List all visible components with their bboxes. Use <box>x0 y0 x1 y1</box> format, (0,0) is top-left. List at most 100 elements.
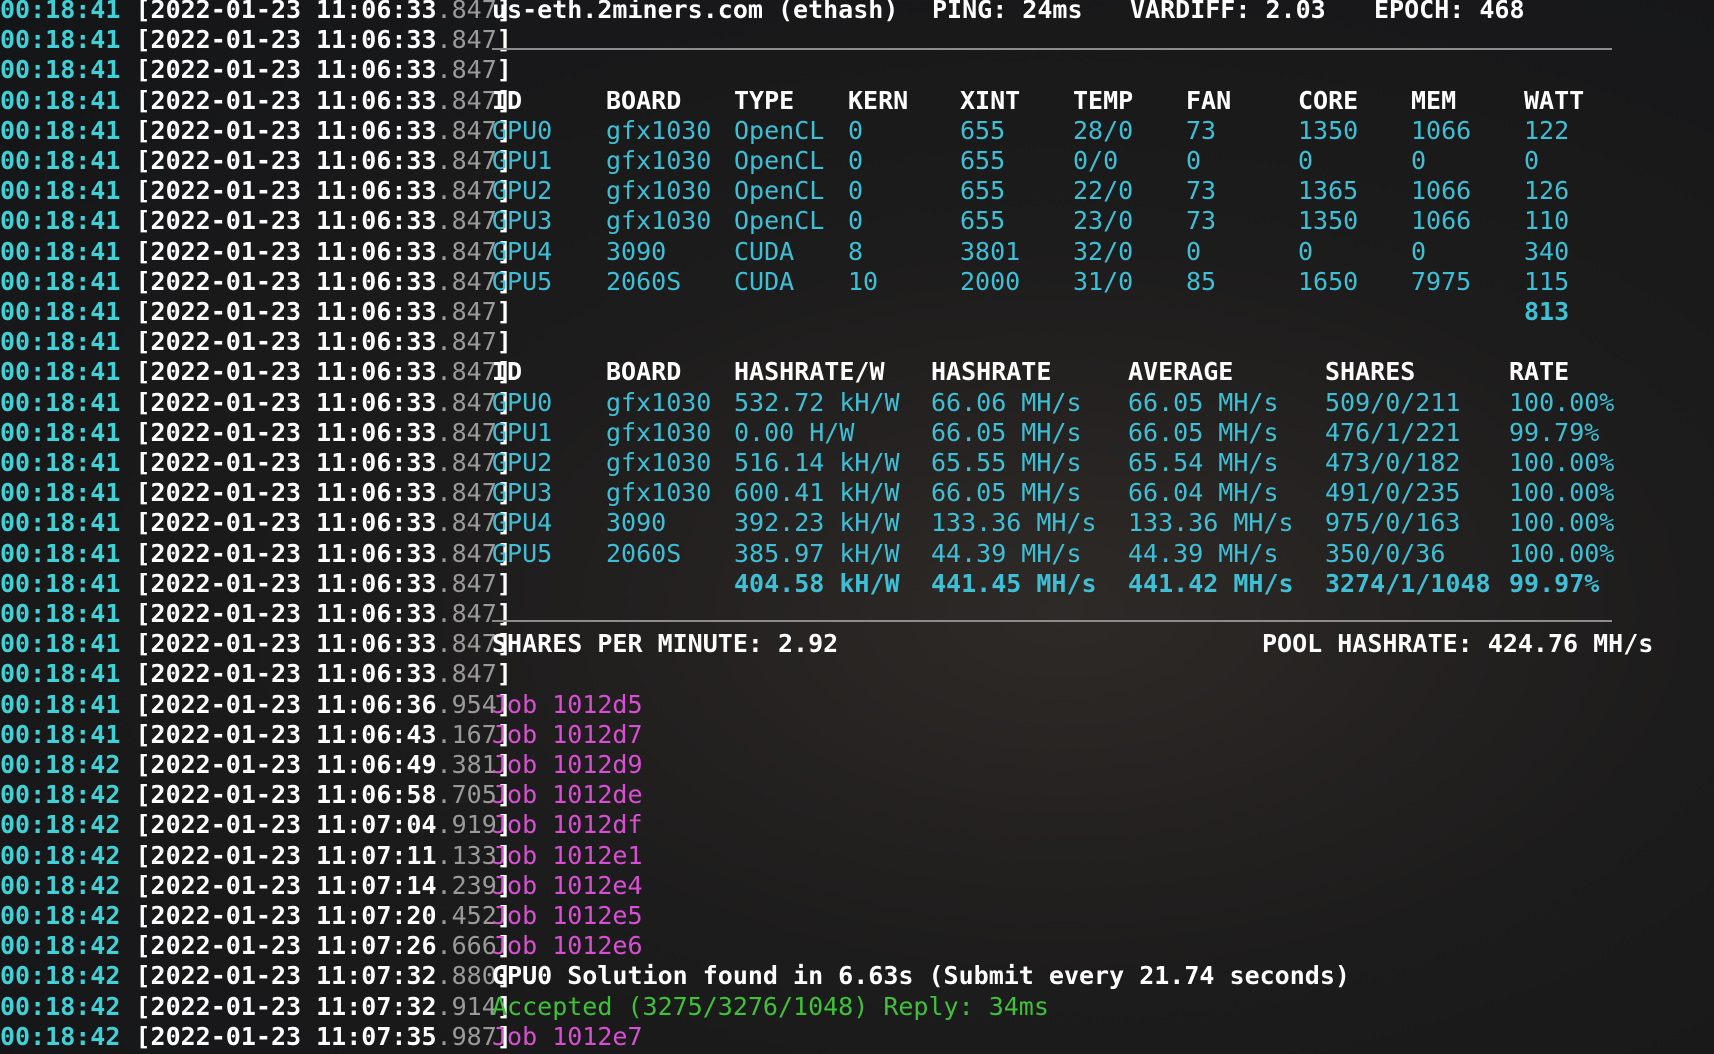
log-dot: . <box>436 720 452 749</box>
log-timestamp: 00:18:41 <box>0 86 121 115</box>
log-space <box>301 750 316 779</box>
device-table-cell: 126 <box>1524 176 1570 205</box>
log-date: 2022-01-23 <box>150 720 302 749</box>
log-line-prefix: 00:18:41 [2022-01-23 11:06:33.847] <box>0 599 512 629</box>
log-line-prefix: 00:18:42 [2022-01-23 11:07:14.239] <box>0 871 512 901</box>
log-milliseconds: 847 <box>451 418 497 447</box>
log-clock: 11:06:33 <box>316 116 437 145</box>
log-clock: 11:06:33 <box>316 418 437 447</box>
log-space <box>301 720 316 749</box>
log-dot: . <box>436 388 452 417</box>
log-line-prefix: 00:18:41 [2022-01-23 11:06:33.847] <box>0 539 512 569</box>
log-date: 2022-01-23 <box>150 297 302 326</box>
log-milliseconds: 914 <box>451 992 497 1021</box>
log-space <box>301 357 316 386</box>
log-timestamp: 00:18:41 <box>0 388 121 417</box>
log-space <box>301 599 316 628</box>
log-timestamp: 00:18:42 <box>0 931 121 960</box>
log-line-prefix: 00:18:41 [2022-01-23 11:06:33.847] <box>0 327 512 357</box>
log-date: 2022-01-23 <box>150 116 302 145</box>
log-space <box>301 629 316 658</box>
log-bracket: [ <box>120 357 151 386</box>
hash-table-total: 3274/1/1048 <box>1325 569 1491 598</box>
log-line-prefix: 00:18:41 [2022-01-23 11:06:33.847] <box>0 267 512 297</box>
hash-table-cell: 100.00% <box>1509 478 1615 507</box>
hash-table-cell: GPU1 <box>492 418 553 447</box>
log-clock: 11:06:36 <box>316 690 437 719</box>
device-table-header: XINT <box>960 86 1021 115</box>
log-bracket: [ <box>120 176 151 205</box>
log-dot: . <box>436 810 452 839</box>
log-milliseconds: 847 <box>451 357 497 386</box>
device-table-cell: 110 <box>1524 206 1570 235</box>
log-clock: 11:06:33 <box>316 539 437 568</box>
log-line-prefix: 00:18:41 [2022-01-23 11:06:33.847] <box>0 569 512 599</box>
log-dot: . <box>436 659 452 688</box>
log-dot: . <box>436 55 452 84</box>
log-bracket: [ <box>120 25 151 54</box>
hash-table-cell: 66.06 MH/s <box>931 388 1082 417</box>
hash-table-total: 99.97% <box>1509 569 1600 598</box>
hash-table-cell: 100.00% <box>1509 388 1615 417</box>
log-clock: 11:07:32 <box>316 992 437 1021</box>
log-line-prefix: 00:18:41 [2022-01-23 11:06:33.847] <box>0 508 512 538</box>
log-date: 2022-01-23 <box>150 690 302 719</box>
log-clock: 11:06:49 <box>316 750 437 779</box>
log-dot: . <box>436 25 452 54</box>
log-bracket-close: ] <box>496 297 512 326</box>
log-date: 2022-01-23 <box>150 841 302 870</box>
log-clock: 11:06:33 <box>316 206 437 235</box>
device-table-cell: GPU5 <box>492 267 553 296</box>
device-table-header: ID <box>492 86 523 115</box>
log-date: 2022-01-23 <box>150 780 302 809</box>
log-dot: . <box>436 539 452 568</box>
log-clock: 11:06:33 <box>316 599 437 628</box>
log-space <box>301 931 316 960</box>
hash-table-cell: 44.39 MH/s <box>931 539 1082 568</box>
log-space <box>301 539 316 568</box>
device-table-cell: gfx1030 <box>606 176 712 205</box>
device-table-cell: 115 <box>1524 267 1570 296</box>
hash-table-cell: 44.39 MH/s <box>1128 539 1279 568</box>
log-space <box>301 327 316 356</box>
log-timestamp: 00:18:41 <box>0 327 121 356</box>
log-clock: 11:06:33 <box>316 297 437 326</box>
log-dot: . <box>436 750 452 779</box>
device-table-header: WATT <box>1524 86 1585 115</box>
device-table-cell: 0 <box>848 206 864 235</box>
log-bracket: [ <box>120 237 151 266</box>
log-dot: . <box>436 176 452 205</box>
device-table-cell: GPU0 <box>492 116 553 145</box>
log-bracket: [ <box>120 629 151 658</box>
log-timestamp: 00:18:41 <box>0 418 121 447</box>
log-space <box>301 659 316 688</box>
log-milliseconds: 847 <box>451 297 497 326</box>
log-space <box>301 176 316 205</box>
device-table-header: TYPE <box>734 86 795 115</box>
log-date: 2022-01-23 <box>150 961 302 990</box>
device-table-cell: OpenCL <box>734 146 825 175</box>
hash-table-cell: gfx1030 <box>606 448 712 477</box>
log-bracket: [ <box>120 931 151 960</box>
log-dot: . <box>436 418 452 447</box>
log-bracket: [ <box>120 539 151 568</box>
log-milliseconds: 705 <box>451 780 497 809</box>
log-dot: . <box>436 871 452 900</box>
device-table-cell: 23/0 <box>1073 206 1134 235</box>
device-table-cell: 22/0 <box>1073 176 1134 205</box>
device-table-cell: 122 <box>1524 116 1570 145</box>
log-bracket: [ <box>120 418 151 447</box>
hash-table-cell: 66.05 MH/s <box>1128 388 1279 417</box>
log-dot: . <box>436 357 452 386</box>
log-date: 2022-01-23 <box>150 448 302 477</box>
device-table-cell: 10 <box>848 267 879 296</box>
job-message: Job 1012e7 <box>492 1022 643 1051</box>
log-line-prefix: 00:18:41 [2022-01-23 11:06:33.847] <box>0 478 512 508</box>
log-milliseconds: 452 <box>451 901 497 930</box>
log-bracket: [ <box>120 0 151 24</box>
log-line-prefix: 00:18:41 [2022-01-23 11:06:33.847] <box>0 0 512 25</box>
log-dot: . <box>436 690 452 719</box>
log-date: 2022-01-23 <box>150 992 302 1021</box>
log-line-prefix: 00:18:41 [2022-01-23 11:06:33.847] <box>0 388 512 418</box>
hash-table-cell: 3090 <box>606 508 667 537</box>
